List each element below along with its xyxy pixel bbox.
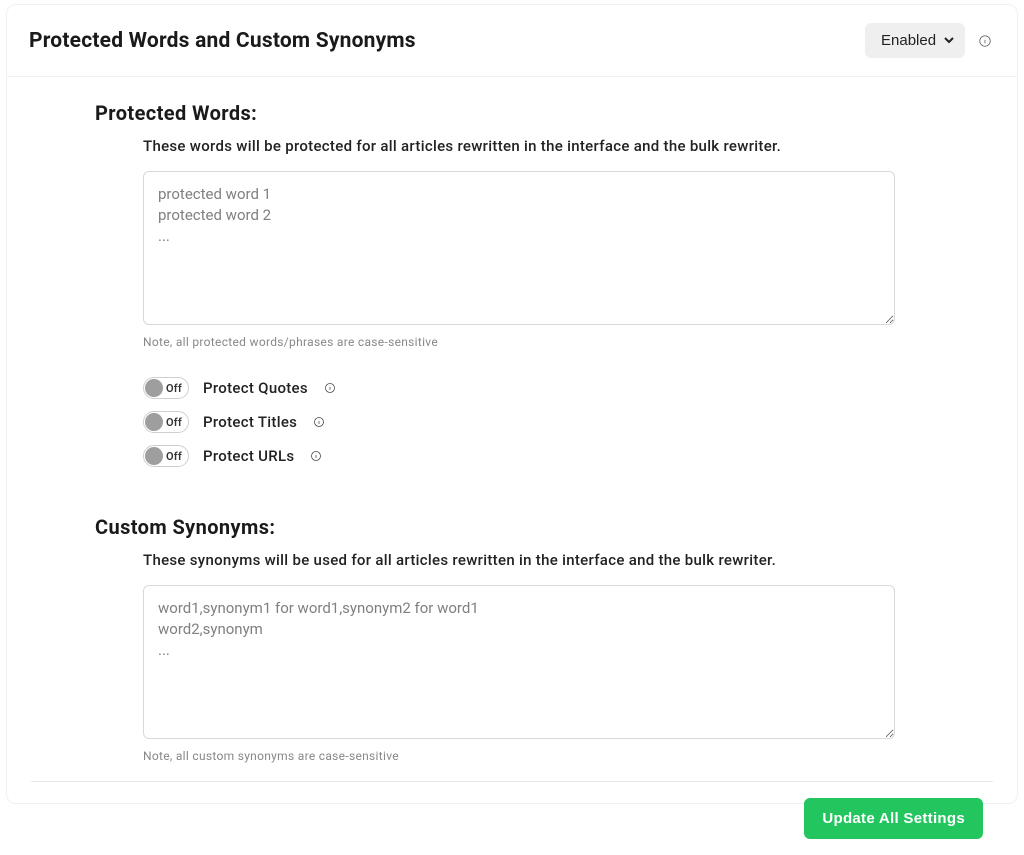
protect-titles-label: Protect Titles bbox=[203, 413, 297, 431]
info-icon[interactable] bbox=[977, 33, 993, 49]
protect-urls-label: Protect URLs bbox=[203, 447, 294, 465]
toggle-state-text: Off bbox=[166, 382, 182, 395]
info-icon[interactable] bbox=[308, 448, 324, 464]
card-body: Protected Words: These words will be pro… bbox=[7, 77, 1017, 763]
protect-titles-toggle[interactable]: Off bbox=[143, 411, 189, 433]
protect-quotes-toggle[interactable]: Off bbox=[143, 377, 189, 399]
info-icon[interactable] bbox=[311, 414, 327, 430]
custom-synonyms-input[interactable] bbox=[143, 585, 895, 739]
info-icon[interactable] bbox=[322, 380, 338, 396]
custom-synonyms-section: Custom Synonyms: These synonyms will be … bbox=[31, 515, 993, 763]
protect-titles-row: Off Protect Titles bbox=[143, 411, 883, 433]
protect-quotes-row: Off Protect Quotes bbox=[143, 377, 883, 399]
custom-synonyms-note: Note, all custom synonyms are case-sensi… bbox=[143, 749, 883, 763]
update-all-settings-button[interactable]: Update All Settings bbox=[804, 798, 983, 839]
protect-urls-row: Off Protect URLs bbox=[143, 445, 883, 467]
card-footer: Update All Settings bbox=[7, 782, 1017, 855]
protected-words-section: Protected Words: These words will be pro… bbox=[31, 101, 993, 467]
toggle-knob-icon bbox=[145, 413, 163, 431]
settings-card: Protected Words and Custom Synonyms Enab… bbox=[6, 4, 1018, 804]
card-header: Protected Words and Custom Synonyms Enab… bbox=[7, 5, 1017, 77]
custom-synonyms-title: Custom Synonyms: bbox=[95, 515, 883, 539]
toggle-state-text: Off bbox=[166, 450, 182, 463]
protect-urls-toggle[interactable]: Off bbox=[143, 445, 189, 467]
protect-quotes-label: Protect Quotes bbox=[203, 379, 308, 397]
toggle-knob-icon bbox=[145, 379, 163, 397]
status-select-wrap: Enabled bbox=[865, 23, 965, 58]
custom-synonyms-description: These synonyms will be used for all arti… bbox=[143, 551, 883, 569]
toggle-knob-icon bbox=[145, 447, 163, 465]
header-controls: Enabled bbox=[865, 23, 993, 58]
protected-words-title: Protected Words: bbox=[95, 101, 883, 125]
protected-words-description: These words will be protected for all ar… bbox=[143, 137, 883, 155]
protected-words-note: Note, all protected words/phrases are ca… bbox=[143, 335, 883, 349]
status-select[interactable]: Enabled bbox=[873, 29, 957, 52]
page-title: Protected Words and Custom Synonyms bbox=[29, 29, 416, 53]
protected-words-input[interactable] bbox=[143, 171, 895, 325]
protect-toggles: Off Protect Quotes Off Protect Titles bbox=[143, 377, 883, 467]
toggle-state-text: Off bbox=[166, 416, 182, 429]
